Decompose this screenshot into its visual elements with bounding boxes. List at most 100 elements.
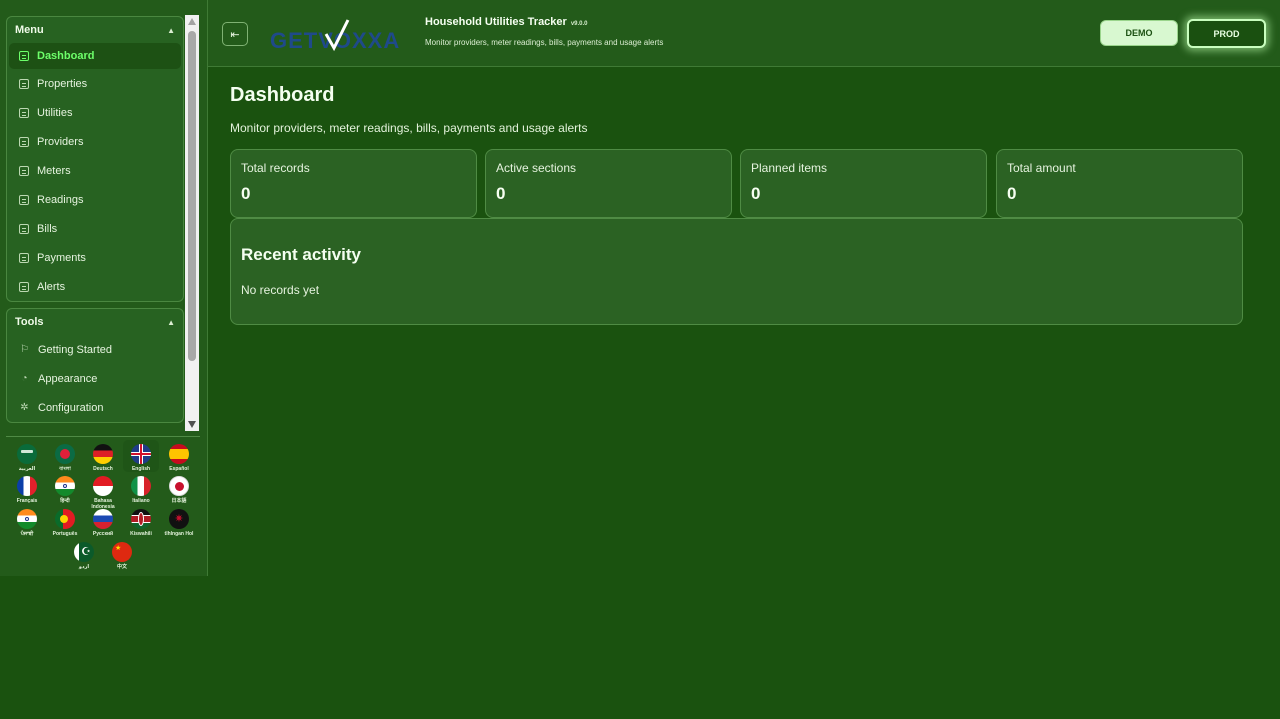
scroll-down-arrow-icon[interactable] <box>188 421 196 428</box>
collapse-caret-icon[interactable]: ▲ <box>167 318 175 327</box>
sidebar-item-label: Providers <box>37 135 84 148</box>
sidebar-scrollbar[interactable] <box>185 15 199 431</box>
lang-label: Français <box>16 498 38 504</box>
lang-label: हिन्दी <box>60 498 70 504</box>
scrollbar-thumb[interactable] <box>188 31 196 361</box>
list-icon <box>19 107 29 118</box>
app-title: Household Utilities Tracker v9.0.0 <box>425 16 588 28</box>
lang-label: Español <box>169 466 189 472</box>
lang-swahili[interactable]: Kiswahili <box>123 507 159 537</box>
lang-hindi[interactable]: हिन्दी <box>47 474 83 504</box>
sidebar-item-utilities[interactable]: Utilities <box>9 98 181 127</box>
lang-arabic[interactable]: العربية <box>9 442 45 472</box>
india-flag-icon <box>17 509 37 529</box>
stats-cards: Total records 0 Active sections 0 Planne… <box>230 149 1243 218</box>
sidebar-item-label: Bills <box>37 222 58 235</box>
sidebar-item-readings[interactable]: Readings <box>9 185 181 214</box>
list-icon <box>19 78 29 89</box>
menu-group-header[interactable]: Menu ▲ <box>7 17 183 43</box>
lang-spanish[interactable]: Español <box>161 442 197 472</box>
sidebar-item-bills[interactable]: Bills <box>9 214 181 243</box>
stat-value: 0 <box>241 184 251 203</box>
spain-flag-icon <box>169 444 189 464</box>
lang-label: Italiano <box>132 498 150 504</box>
lang-label: tlhIngan Hol <box>164 531 194 537</box>
lang-portuguese[interactable]: Português <box>47 507 83 537</box>
flag-outline-icon: ⚐ <box>20 344 29 355</box>
klingon-emblem-icon: ✷ <box>169 509 189 529</box>
list-icon <box>19 165 29 176</box>
lang-label: বাংলা <box>59 466 71 472</box>
menu-group-title: Menu <box>15 24 44 36</box>
sidebar-item-label: Dashboard <box>37 50 95 62</box>
sidebar-toggle-button[interactable]: ⇤ <box>222 22 248 46</box>
gear-icon: ✲ <box>20 402 29 413</box>
lang-english[interactable]: English <box>123 440 159 472</box>
russia-flag-icon <box>93 509 113 529</box>
bangladesh-flag-icon <box>55 444 75 464</box>
prod-button[interactable]: PROD <box>1187 19 1266 48</box>
sidebar-item-providers[interactable]: Providers <box>9 127 181 156</box>
india-flag-icon <box>55 476 75 496</box>
sidebar-item-label: Appearance <box>38 372 98 385</box>
stat-label: Active sections <box>496 161 577 175</box>
stat-card-planned-items: Planned items 0 <box>740 149 987 218</box>
page-subtitle: Monitor providers, meter readings, bills… <box>230 121 588 135</box>
main-content: Dashboard Monitor providers, meter readi… <box>230 84 1243 325</box>
sidebar-item-alerts[interactable]: Alerts <box>9 272 181 301</box>
logo-text: GETVOXXA <box>270 28 400 53</box>
app-subtitle: Monitor providers, meter readings, bills… <box>425 38 664 47</box>
lang-label: 日本語 <box>171 498 187 504</box>
list-icon <box>19 252 29 263</box>
sidebar-item-payments[interactable]: Payments <box>9 243 181 272</box>
recent-activity-title: Recent activity <box>241 245 361 264</box>
sidebar-item-meters[interactable]: Meters <box>9 156 181 185</box>
app-version: v9.0.0 <box>570 21 588 27</box>
sidebar-item-properties[interactable]: Properties <box>9 69 181 98</box>
stat-label: Total amount <box>1007 161 1076 175</box>
germany-flag-icon <box>93 444 113 464</box>
lang-label: English <box>131 466 151 472</box>
lang-german[interactable]: Deutsch <box>85 442 121 472</box>
palette-icon: ◔ <box>21 373 28 384</box>
sidebar-item-appearance[interactable]: ◔ Appearance <box>9 364 181 393</box>
lang-klingon[interactable]: ✷ tlhIngan Hol <box>161 507 197 537</box>
lang-french[interactable]: Français <box>9 474 45 504</box>
lang-punjabi[interactable]: ਪੰਜਾਬੀ <box>9 507 45 537</box>
sidebar-item-label: Utilities <box>37 106 73 119</box>
top-header: ⇤ GETVOXXA Household Utilities Tracker v9… <box>208 0 1280 67</box>
lang-bengali[interactable]: বাংলা <box>47 442 83 472</box>
lang-label: Deutsch <box>93 466 113 472</box>
saudi-flag-icon <box>17 444 37 464</box>
sidebar-item-label: Getting Started <box>38 343 112 356</box>
stat-label: Planned items <box>751 161 828 175</box>
lang-label: Português <box>52 531 78 537</box>
france-flag-icon <box>17 476 37 496</box>
lang-label: Kiswahili <box>130 531 152 537</box>
app-title-text: Household Utilities Tracker <box>425 16 567 28</box>
uk-flag-icon <box>131 444 151 464</box>
sidebar-item-label: Properties <box>37 77 88 90</box>
page-title: Dashboard <box>230 84 335 106</box>
sidebar-item-dashboard[interactable]: Dashboard <box>9 43 181 69</box>
pakistan-flag-icon: ☪ <box>74 542 94 562</box>
tools-group-header[interactable]: Tools ▲ <box>7 309 183 335</box>
demo-button[interactable]: DEMO <box>1100 20 1178 46</box>
menu-group: Menu ▲ Dashboard Properties Utilities Pr… <box>6 16 184 302</box>
lang-indonesian[interactable]: Bahasa Indonesia <box>85 474 121 510</box>
lang-russian[interactable]: Русский <box>85 507 121 537</box>
sidebar-item-getting-started[interactable]: ⚐ Getting Started <box>9 335 181 364</box>
lang-label: ਪੰਜਾਬੀ <box>20 531 34 537</box>
lang-urdu[interactable]: ☪ اردو <box>66 540 102 570</box>
lang-chinese[interactable]: ★ 中文 <box>104 540 140 570</box>
sidebar-item-label: Configuration <box>38 401 104 414</box>
lang-japanese[interactable]: 日本語 <box>161 474 197 504</box>
lang-italian[interactable]: Italiano <box>123 474 159 504</box>
scroll-up-arrow-icon[interactable] <box>188 18 196 25</box>
sidebar: Menu ▲ Dashboard Properties Utilities Pr… <box>0 0 208 576</box>
collapse-caret-icon[interactable]: ▲ <box>167 26 175 35</box>
stat-value: 0 <box>496 184 506 203</box>
stat-value: 0 <box>1007 184 1017 203</box>
sidebar-item-label: Readings <box>37 193 84 206</box>
sidebar-item-configuration[interactable]: ✲ Configuration <box>9 393 181 422</box>
